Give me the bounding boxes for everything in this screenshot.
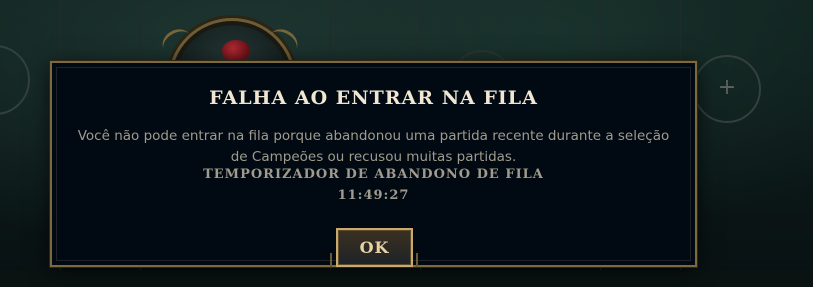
dialog-message: Você não pode entrar na fila porque aban… — [72, 126, 675, 168]
ok-button-frame-left — [330, 253, 332, 267]
abandon-timer-value: 11:49:27 — [337, 188, 410, 203]
plus-icon: + — [717, 75, 737, 100]
dialog-message-line-1: Você não pode entrar na fila porque aban… — [77, 128, 670, 144]
abandon-timer-label: TEMPORIZADOR DE ABANDONO DE FILA — [203, 167, 544, 182]
lobby-bottom-bar — [0, 270, 813, 287]
ok-button[interactable]: OK — [336, 228, 413, 267]
party-slot-left — [0, 45, 30, 115]
add-party-member-button[interactable]: + — [693, 55, 761, 123]
queue-error-dialog: FALHA AO ENTRAR NA FILA Você não pode en… — [50, 61, 697, 267]
dialog-message-line-2: de Campeões ou recusou muitas partidas. — [230, 149, 517, 165]
ok-button-frame-right — [416, 253, 418, 267]
dialog-title: FALHA AO ENTRAR NA FILA — [209, 87, 538, 109]
portrait-icon — [222, 40, 250, 62]
